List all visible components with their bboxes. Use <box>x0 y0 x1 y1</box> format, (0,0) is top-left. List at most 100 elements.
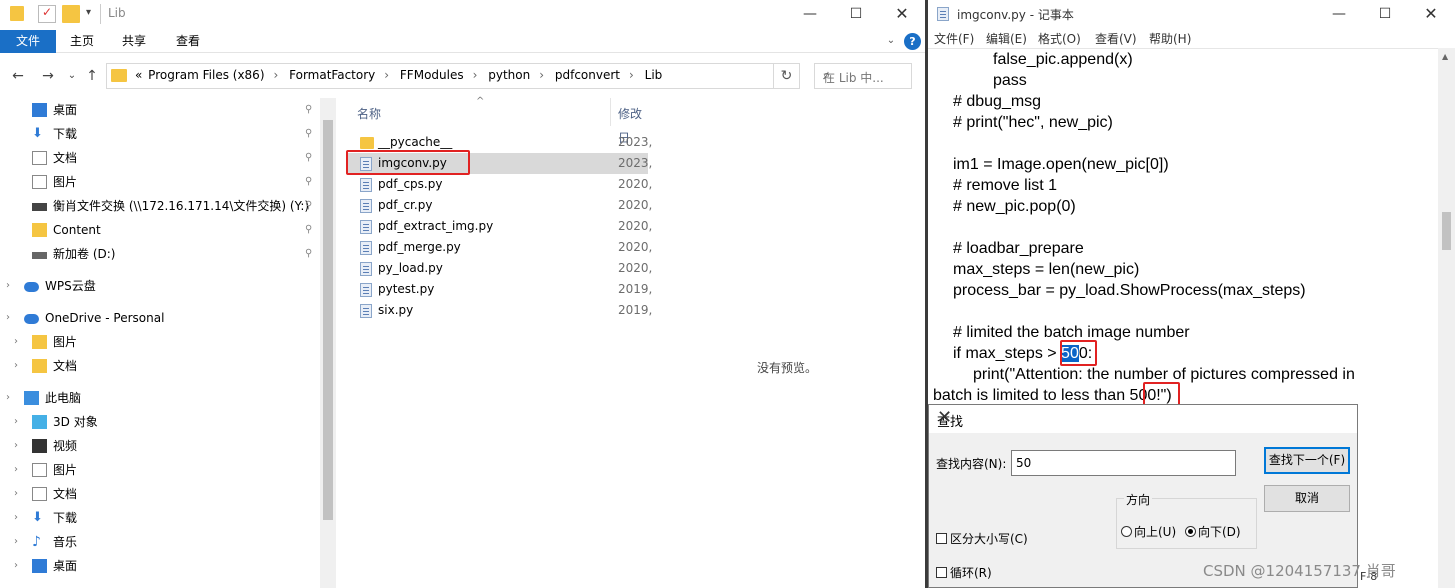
forward-arrow-icon[interactable]: → <box>40 67 56 85</box>
chevron-down-icon[interactable]: ▾ <box>86 7 91 25</box>
pin-icon[interactable]: ⚲ <box>305 146 312 170</box>
chevron-right-icon[interactable]: › <box>14 434 18 458</box>
breadcrumb-item[interactable]: FFModules <box>400 68 464 82</box>
navigation-pane-scrollbar[interactable] <box>320 98 336 588</box>
tab-home[interactable]: 主页 <box>58 30 106 53</box>
sidebar-item[interactable]: Content ⚲ <box>0 218 320 242</box>
sidebar-item[interactable]: › ♪ 音乐 <box>0 530 320 554</box>
pin-icon[interactable]: ⚲ <box>305 194 312 218</box>
sidebar-item[interactable]: › OneDrive - Personal <box>0 306 320 330</box>
tab-view[interactable]: 查看 <box>162 30 214 53</box>
sidebar-item[interactable]: 新加卷 (D:) ⚲ <box>0 242 320 266</box>
sidebar-item[interactable]: › 图片 <box>0 330 320 354</box>
sidebar-item[interactable]: › 视频 <box>0 434 320 458</box>
breadcrumb-item[interactable]: python <box>488 68 530 82</box>
chevron-right-icon[interactable]: › <box>14 410 18 434</box>
breadcrumb-item[interactable]: FormatFactory <box>289 68 375 82</box>
find-input[interactable]: 50 <box>1011 450 1236 476</box>
sidebar-item[interactable]: 图片 ⚲ <box>0 170 320 194</box>
column-header-name[interactable]: 名称 <box>357 102 381 126</box>
file-row[interactable]: pdf_cps.py 2020, <box>346 174 652 195</box>
sidebar-item[interactable]: 桌面 ⚲ <box>0 98 320 122</box>
breadcrumb-item[interactable]: pdfconvert <box>555 68 620 82</box>
sidebar-item[interactable]: ⬇ 下载 ⚲ <box>0 122 320 146</box>
help-icon[interactable]: ? <box>904 33 921 50</box>
pin-icon[interactable]: ⚲ <box>305 170 312 194</box>
match-case-checkbox[interactable]: 区分大小写(C) <box>936 530 1028 547</box>
back-arrow-icon[interactable]: ← <box>10 67 26 85</box>
chevron-right-icon[interactable]: › <box>6 386 10 410</box>
file-row[interactable]: pdf_merge.py 2020, <box>346 237 652 258</box>
sidebar-item[interactable]: › 此电脑 <box>0 386 320 410</box>
pin-icon[interactable]: ⚲ <box>305 218 312 242</box>
chevron-right-icon[interactable]: › <box>14 506 18 530</box>
menu-format[interactable]: 格式(O) <box>1038 30 1081 47</box>
pin-icon[interactable]: ⚲ <box>305 122 312 146</box>
chevron-right-icon[interactable]: › <box>539 68 544 82</box>
breadcrumb-item[interactable]: Program Files (x86) <box>148 68 264 82</box>
chevron-right-icon[interactable]: › <box>14 458 18 482</box>
radio-unchecked-icon[interactable] <box>1121 526 1132 537</box>
breadcrumb-overflow[interactable]: « <box>135 68 142 82</box>
chevron-right-icon[interactable]: › <box>14 530 18 554</box>
close-button[interactable]: ✕ <box>1408 0 1454 26</box>
menu-help[interactable]: 帮助(H) <box>1149 30 1191 47</box>
up-arrow-icon[interactable]: ↑ <box>84 67 100 85</box>
chevron-right-icon[interactable]: › <box>14 554 18 578</box>
file-row[interactable]: pdf_extract_img.py 2020, <box>346 216 652 237</box>
chevron-right-icon[interactable]: › <box>14 354 18 378</box>
file-row[interactable]: py_load.py 2020, <box>346 258 652 279</box>
chevron-right-icon[interactable]: › <box>274 68 279 82</box>
pin-icon[interactable]: ⚲ <box>305 242 312 266</box>
sidebar-item[interactable]: › 文档 <box>0 354 320 378</box>
sidebar-item[interactable]: › ⬇ 下载 <box>0 506 320 530</box>
direction-up-radio[interactable]: 向上(U) <box>1121 523 1176 540</box>
tab-file[interactable]: 文件 <box>0 30 56 53</box>
column-divider[interactable] <box>610 98 611 126</box>
new-folder-icon[interactable] <box>62 5 80 23</box>
close-icon[interactable]: ✕ <box>937 407 1349 428</box>
minimize-button[interactable]: — <box>1316 0 1362 26</box>
file-row[interactable]: pdf_cr.py 2020, <box>346 195 652 216</box>
checkbox-icon[interactable] <box>936 567 947 578</box>
find-next-button[interactable]: 查找下一个(F) <box>1264 447 1350 474</box>
sidebar-item[interactable]: › 桌面 <box>0 554 320 578</box>
search-input[interactable]: 在 Lib 中... ⌕ <box>814 63 912 89</box>
chevron-right-icon[interactable]: › <box>473 68 478 82</box>
chevron-right-icon[interactable]: › <box>14 330 18 354</box>
refresh-button[interactable]: ↻ <box>774 63 800 89</box>
sidebar-item[interactable]: 衡肖文件交换 (\\172.16.171.14\文件交换) (Y:) ⚲ <box>0 194 320 218</box>
sidebar-item[interactable]: › 文档 <box>0 482 320 506</box>
cancel-button[interactable]: 取消 <box>1264 485 1350 512</box>
file-row[interactable]: six.py 2019, <box>346 300 652 321</box>
menu-edit[interactable]: 编辑(E) <box>986 30 1027 47</box>
column-header-modified[interactable]: 修改日 <box>618 102 648 145</box>
maximize-button[interactable]: ☐ <box>1362 0 1408 26</box>
notepad-vertical-scrollbar[interactable]: ▲ <box>1438 48 1455 588</box>
chevron-right-icon[interactable]: › <box>629 68 634 82</box>
menu-file[interactable]: 文件(F) <box>934 30 974 47</box>
sidebar-item[interactable]: › WPS云盘 <box>0 274 320 298</box>
chevron-right-icon[interactable]: › <box>14 482 18 506</box>
sidebar-item[interactable]: › 图片 <box>0 458 320 482</box>
chevron-right-icon[interactable]: › <box>6 274 10 298</box>
maximize-button[interactable]: ☐ <box>833 0 879 30</box>
tab-share[interactable]: 共享 <box>110 30 158 53</box>
ribbon-expand-icon[interactable]: ⌄ <box>884 30 898 53</box>
file-row[interactable]: pytest.py 2019, <box>346 279 652 300</box>
sidebar-item[interactable]: › 3D 对象 <box>0 410 320 434</box>
properties-icon[interactable]: ✓ <box>38 5 56 23</box>
scrollbar-thumb[interactable] <box>323 120 333 520</box>
scroll-up-icon[interactable]: ▲ <box>1442 52 1448 61</box>
recent-locations-icon[interactable]: ⌄ <box>64 67 80 85</box>
radio-checked-icon[interactable] <box>1185 526 1196 537</box>
chevron-right-icon[interactable]: › <box>384 68 389 82</box>
checkbox-icon[interactable] <box>936 533 947 544</box>
pin-icon[interactable]: ⚲ <box>305 98 312 122</box>
menu-view[interactable]: 查看(V) <box>1095 30 1137 47</box>
breadcrumb-item[interactable]: Lib <box>645 68 663 82</box>
wrap-around-checkbox[interactable]: 循环(R) <box>936 564 992 581</box>
address-bar[interactable]: « Program Files (x86) › FormatFactory › FF… <box>106 63 774 89</box>
scrollbar-thumb[interactable] <box>1442 212 1451 250</box>
close-button[interactable]: ✕ <box>879 0 925 30</box>
